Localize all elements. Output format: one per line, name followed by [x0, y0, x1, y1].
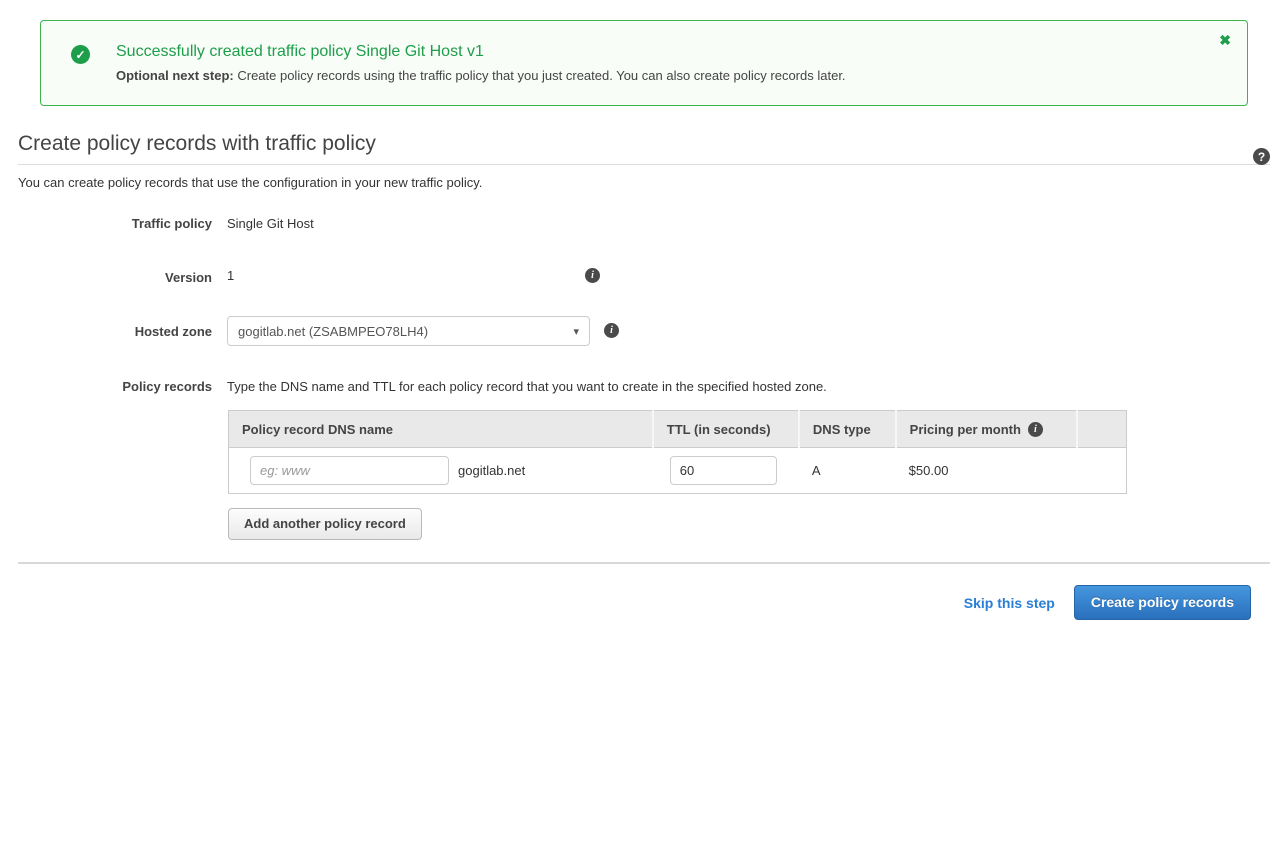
- policy-record-form: Traffic policy Single Git Host Version 1…: [0, 214, 1288, 540]
- success-banner: ✓ Successfully created traffic policy Si…: [40, 20, 1248, 106]
- close-icon[interactable]: ✖: [1217, 31, 1233, 49]
- version-row: Version 1 i: [0, 268, 1288, 322]
- traffic-policy-row: Traffic policy Single Git Host: [0, 214, 1288, 268]
- price-value: $50.00: [896, 448, 1077, 494]
- create-policy-records-button[interactable]: Create policy records: [1074, 585, 1251, 620]
- header-dns-type: DNS type: [799, 411, 896, 448]
- policy-records-description: Type the DNS name and TTL for each polic…: [227, 377, 827, 394]
- banner-next-step-label: Optional next step:: [116, 68, 234, 83]
- page-header: Create policy records with traffic polic…: [18, 132, 1270, 190]
- table-header-row: Policy record DNS name TTL (in seconds) …: [229, 411, 1127, 448]
- policy-record-row: gogitlab.net A $50.00: [229, 448, 1127, 494]
- help-icon[interactable]: ?: [1253, 148, 1270, 165]
- header-pricing-label: Pricing per month: [910, 422, 1021, 437]
- pricing-info-icon[interactable]: i: [1028, 422, 1043, 437]
- policy-records-label: Policy records: [0, 377, 212, 394]
- header-dns-name: Policy record DNS name: [229, 411, 653, 448]
- version-info-icon[interactable]: i: [585, 268, 600, 283]
- header-blank: [1077, 411, 1126, 448]
- policy-records-table: Policy record DNS name TTL (in seconds) …: [228, 410, 1127, 494]
- hosted-zone-label: Hosted zone: [0, 322, 212, 339]
- footer-divider: [18, 562, 1270, 564]
- hosted-zone-info-icon[interactable]: i: [604, 323, 619, 338]
- dns-suffix: gogitlab.net: [458, 463, 525, 478]
- page-title: Create policy records with traffic polic…: [18, 132, 1270, 156]
- skip-step-link[interactable]: Skip this step: [964, 595, 1055, 611]
- policy-records-table-wrap: Policy record DNS name TTL (in seconds) …: [228, 410, 1127, 494]
- policy-records-row: Policy records Type the DNS name and TTL…: [0, 377, 1288, 394]
- success-check-icon: ✓: [71, 45, 90, 64]
- hosted-zone-selected-value: gogitlab.net (ZSABMPEO78LH4): [238, 324, 567, 339]
- banner-title: Successfully created traffic policy Sing…: [116, 43, 1207, 61]
- ttl-input[interactable]: [670, 456, 777, 485]
- hosted-zone-select[interactable]: gogitlab.net (ZSABMPEO78LH4) ▾: [227, 316, 590, 346]
- traffic-policy-label: Traffic policy: [0, 214, 212, 231]
- version-value: 1: [227, 268, 585, 283]
- dns-name-input[interactable]: [250, 456, 449, 485]
- banner-message: Optional next step: Create policy record…: [116, 68, 1207, 83]
- page-description: You can create policy records that use t…: [18, 175, 1270, 190]
- dns-type-value: A: [799, 448, 896, 494]
- banner-next-step-text: Create policy records using the traffic …: [234, 68, 846, 83]
- footer-actions: Skip this step Create policy records: [0, 585, 1251, 620]
- add-record-button[interactable]: Add another policy record: [228, 508, 422, 540]
- header-divider: [18, 164, 1270, 165]
- version-label: Version: [0, 268, 212, 285]
- header-ttl: TTL (in seconds): [653, 411, 799, 448]
- hosted-zone-row: Hosted zone gogitlab.net (ZSABMPEO78LH4)…: [0, 322, 1288, 377]
- header-pricing: Pricing per month i: [896, 411, 1077, 448]
- traffic-policy-value: Single Git Host: [227, 214, 314, 231]
- chevron-down-icon: ▾: [573, 325, 579, 338]
